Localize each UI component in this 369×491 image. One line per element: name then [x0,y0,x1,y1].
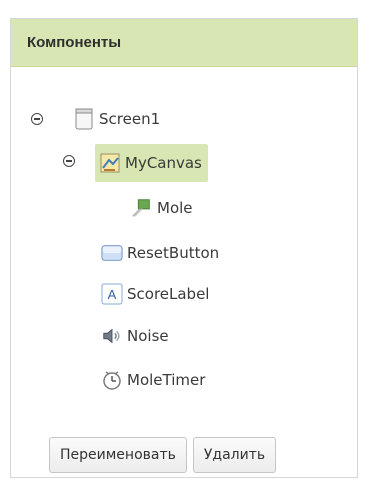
rename-button[interactable]: Переименовать [49,437,187,473]
delete-button[interactable]: Удалить [192,437,277,473]
tree-item-mycanvas[interactable]: MyCanvas [95,144,208,182]
tree-item-mole[interactable]: Mole [131,191,193,225]
screen-collapse-toggle[interactable] [31,113,43,125]
canvas-collapse-toggle[interactable] [63,155,75,167]
sound-icon [101,325,123,347]
tree-item-label: MoleTimer [127,371,206,389]
image-sprite-icon [131,197,153,219]
tree-item-label: ScoreLabel [127,285,210,303]
tree-item-label: Noise [127,327,169,345]
components-panel: Компоненты Screen1 MyCanvas Mole ResetBu… [10,18,358,478]
tree-item-label: Screen1 [99,110,161,128]
canvas-icon [99,152,121,174]
tree-item-label: ResetButton [127,244,220,262]
tree-item-screen1[interactable]: Screen1 [73,102,160,136]
clock-icon [101,369,123,391]
tree-item-label: Mole [157,199,193,217]
tree-item-scorelabel[interactable]: A ScoreLabel [101,277,209,311]
tree-item-label: MyCanvas [125,154,202,172]
tree-item-resetbutton[interactable]: ResetButton [101,236,219,270]
panel-title: Компоненты [11,19,357,67]
component-tree: Screen1 MyCanvas Mole ResetButton A Scor… [11,67,357,407]
label-icon: A [101,283,123,305]
svg-text:A: A [108,287,117,302]
button-icon [101,242,123,264]
screen-icon [73,108,95,130]
tree-item-moletimer[interactable]: MoleTimer [101,363,205,397]
action-buttons: Переименовать Удалить [49,437,277,473]
tree-item-noise[interactable]: Noise [101,319,169,353]
